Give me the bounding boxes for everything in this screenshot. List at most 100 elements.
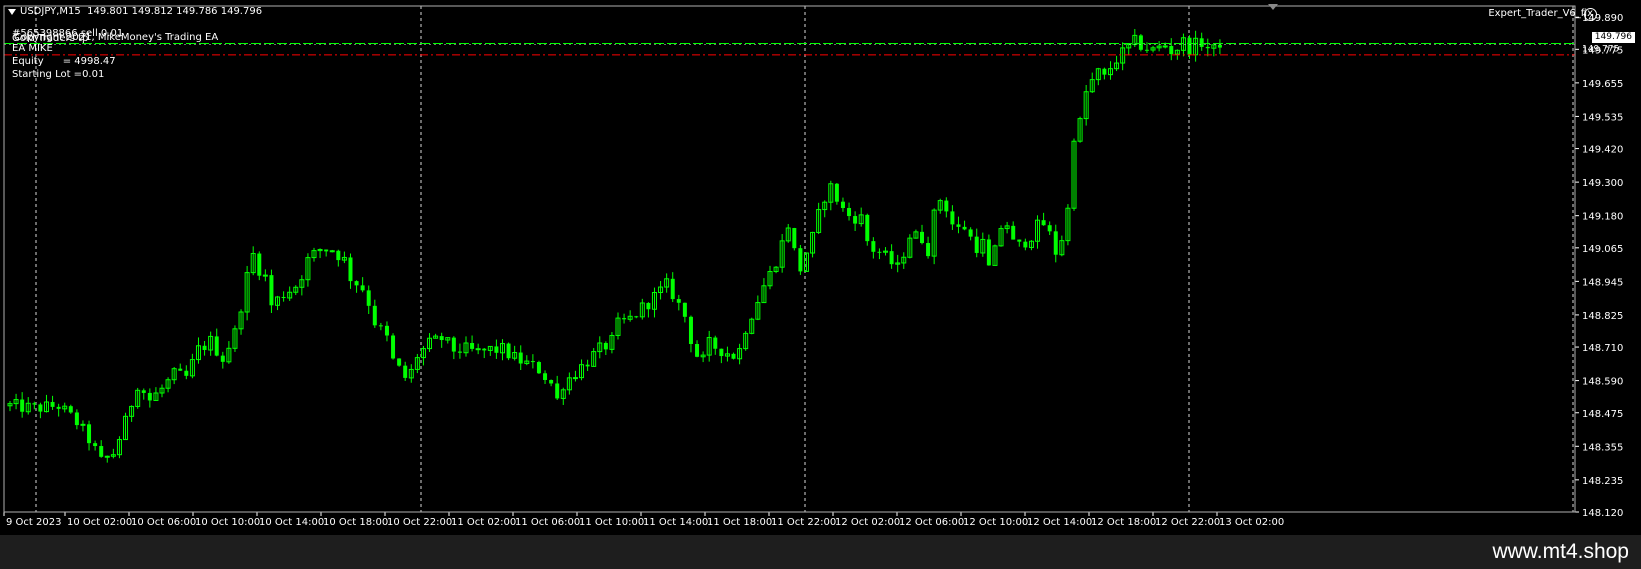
time-tick-label: 11 Oct 22:00	[771, 517, 836, 528]
price-tick-label: 148.355	[1582, 442, 1623, 453]
candle-bear	[926, 243, 931, 257]
candle-bear	[20, 399, 25, 412]
candle-bear	[403, 365, 408, 378]
candle-bear	[549, 379, 554, 384]
candle-bear	[518, 352, 523, 364]
candle-bear	[1017, 239, 1022, 242]
smile-icon[interactable]	[1584, 8, 1597, 21]
time-tick-label: 11 Oct 18:00	[707, 517, 772, 528]
price-tick-label: 149.655	[1582, 79, 1623, 90]
candle-bear	[257, 253, 262, 276]
candle-bear	[603, 342, 608, 350]
candle-bear	[871, 241, 876, 252]
time-tick-label: 12 Oct 02:00	[835, 517, 900, 528]
chart-menu-icon[interactable]	[8, 9, 16, 15]
candle-bear	[543, 373, 548, 380]
candle-bear	[1217, 44, 1222, 48]
current-price-badge: 149.796	[1591, 32, 1635, 43]
candle-bear	[676, 299, 681, 303]
candle-bear	[731, 353, 736, 359]
candle-bull	[475, 348, 481, 351]
candle-bear	[622, 318, 627, 320]
candle-bear	[536, 362, 541, 374]
candle-bear	[968, 229, 973, 237]
ea-name-label: EA MIKE	[12, 43, 53, 54]
candle-bear	[585, 364, 590, 367]
candle-bear	[865, 214, 870, 242]
candle-bear	[1053, 231, 1058, 255]
candle-bear	[920, 231, 924, 244]
candle-bear	[451, 337, 456, 352]
candle-bear	[974, 236, 979, 253]
candle-bear	[834, 183, 839, 202]
candle-bear	[1138, 35, 1143, 50]
time-tick-label: 12 Oct 06:00	[899, 517, 964, 528]
candle-bear	[56, 406, 61, 409]
candle-bear	[391, 335, 396, 359]
price-tick-label: 149.535	[1582, 112, 1623, 123]
price-tick-label: 149.300	[1582, 178, 1623, 189]
candle-bear	[397, 358, 402, 366]
expert-advisor-label[interactable]: Expert_Trader_V6_fix	[1488, 8, 1593, 20]
candle-bear	[87, 424, 92, 444]
second-price-label: 149.775	[1582, 44, 1619, 54]
candle-bear	[840, 201, 845, 209]
candle-bear	[713, 337, 718, 349]
time-tick-label: 11 Oct 14:00	[643, 517, 708, 528]
price-tick-label: 149.065	[1582, 244, 1623, 255]
candle-bear	[1199, 38, 1204, 47]
candle-bear	[1205, 46, 1210, 49]
candle-bear	[494, 346, 499, 353]
time-tick-label: 10 Oct 06:00	[131, 517, 196, 528]
candle-bear	[634, 316, 639, 318]
candle-bear	[439, 336, 444, 341]
time-tick-label: 11 Oct 06:00	[515, 517, 580, 528]
price-tick-label: 148.235	[1582, 476, 1623, 487]
candle-bull	[80, 423, 86, 426]
candle-bear	[506, 343, 511, 359]
candle-bear	[847, 208, 852, 217]
time-axis: 9 Oct 2023 10 Oct 02:0010 Oct 06:0010 Oct…	[3, 512, 1284, 528]
watermark: www.mt4.shop	[1492, 540, 1629, 563]
candle-bear	[719, 348, 724, 357]
time-tick-label: 10 Oct 14:00	[259, 517, 324, 528]
candle-bear	[50, 401, 55, 407]
candle-bear	[68, 406, 73, 413]
time-tick-label: 11 Oct 02:00	[451, 517, 516, 528]
candle-bull	[1162, 45, 1168, 48]
equity-value: = 4998.47	[62, 56, 116, 67]
candle-bear	[457, 351, 462, 353]
candle-bear	[962, 226, 967, 230]
chart-area[interactable]: 149.890 149.775 149.655 149.535 149.420 149.3…	[0, 0, 1641, 535]
candle-bear	[147, 392, 152, 401]
candle-bear	[670, 278, 675, 300]
starting-lot-label: Starting Lot =0.01	[12, 69, 105, 80]
price-tick-label: 149.180	[1582, 212, 1623, 223]
candle-bear	[348, 257, 353, 282]
candle-bear	[1144, 49, 1149, 51]
candle-bear	[950, 211, 955, 225]
candle-bear	[366, 290, 371, 306]
candle-bear	[646, 302, 651, 310]
price-tick-label: 148.945	[1582, 277, 1623, 288]
time-tick-label: 9 Oct 2023	[6, 517, 61, 528]
shift-marker-icon[interactable]	[1268, 4, 1278, 10]
candle-bear	[202, 345, 207, 350]
candle-bear	[1011, 225, 1016, 240]
candle-bear	[1169, 45, 1174, 55]
price-tick-label: 148.825	[1582, 311, 1623, 322]
candle-bear	[220, 355, 225, 362]
candle-bear	[336, 250, 341, 261]
time-tick-label: 12 Oct 14:00	[1027, 517, 1092, 528]
candle-bear	[944, 200, 949, 212]
candle-bull	[262, 274, 268, 277]
time-tick-label: 12 Oct 10:00	[963, 517, 1028, 528]
time-tick-label: 10 Oct 18:00	[323, 517, 388, 528]
candle-bear	[269, 275, 274, 306]
candle-bear	[1047, 225, 1052, 232]
candle-bear	[32, 403, 37, 405]
candle-bear	[853, 216, 858, 224]
candlestick-chart[interactable]: 149.890149.775149.655149.535149.420149.3…	[0, 0, 1641, 535]
candle-bear	[688, 316, 693, 344]
candle-bear	[798, 248, 803, 272]
